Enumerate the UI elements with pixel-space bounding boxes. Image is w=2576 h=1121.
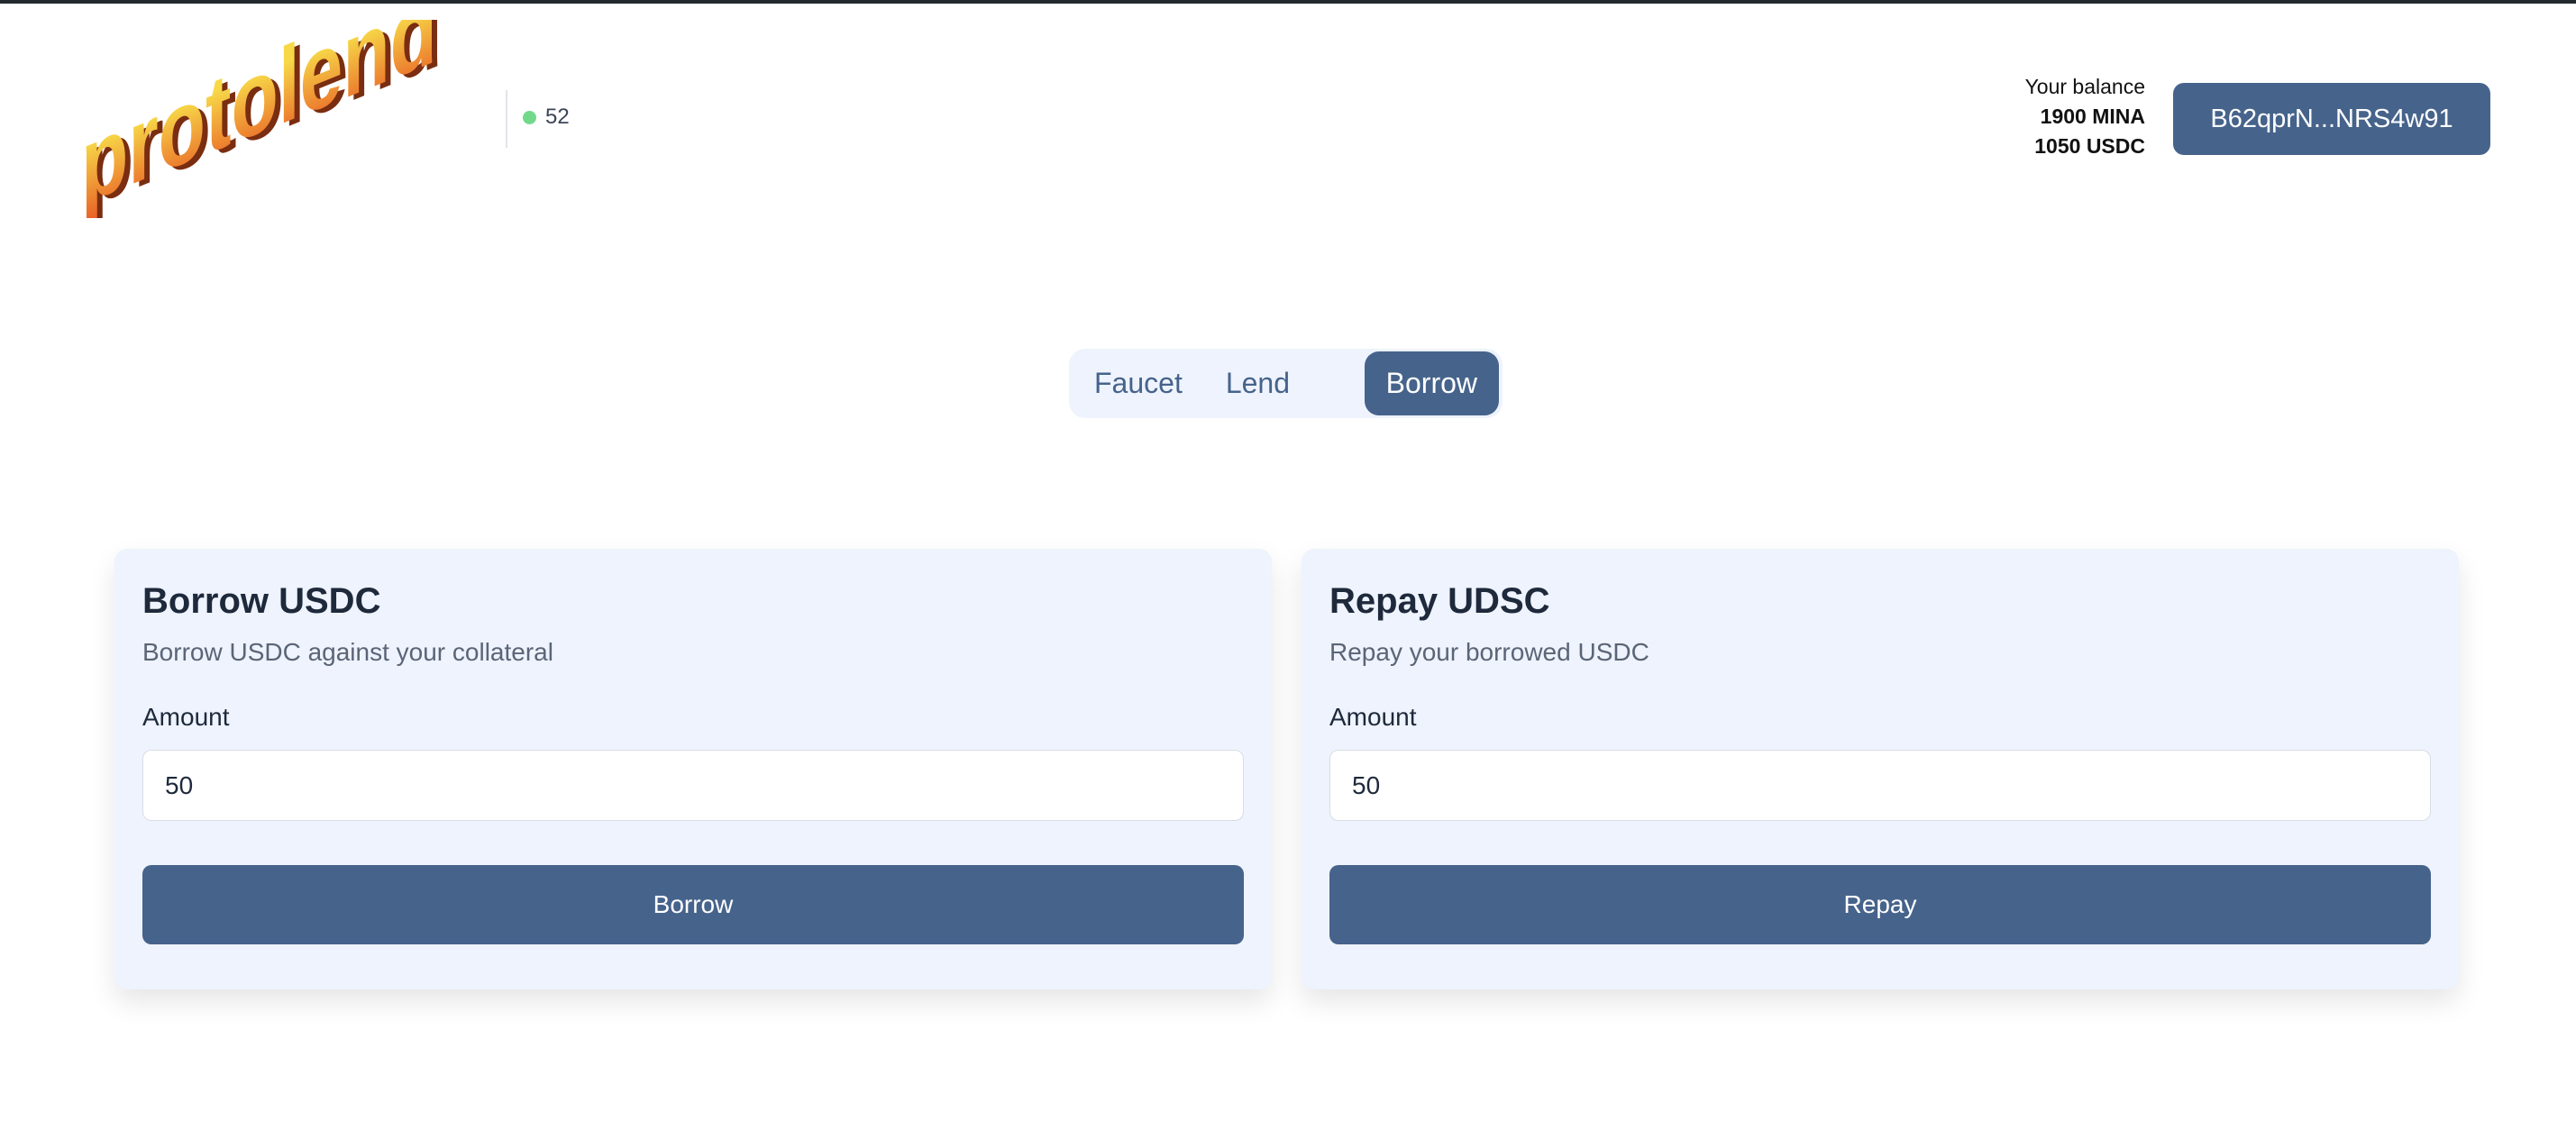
block-height: 52 bbox=[545, 105, 570, 129]
card-subtitle: Borrow USDC against your collateral bbox=[142, 638, 553, 666]
balance-mina: 1900 MINA bbox=[2040, 105, 2145, 128]
repay-button[interactable]: Repay bbox=[1329, 865, 2431, 944]
wallet-button[interactable]: B62qprN...NRS4w91 bbox=[2173, 83, 2490, 155]
balance-label: Your balance bbox=[2024, 75, 2145, 98]
repay-amount-input[interactable] bbox=[1329, 750, 2431, 821]
tab-bar: Faucet Lend Borrow bbox=[1069, 349, 1503, 418]
tab-lend[interactable]: Lend bbox=[1204, 351, 1311, 415]
borrow-button[interactable]: Borrow bbox=[142, 865, 1244, 944]
card-title: Borrow USDC bbox=[142, 581, 381, 621]
amount-label: Amount bbox=[142, 703, 230, 731]
protolend-logo[interactable]: protolend protolend bbox=[63, 20, 469, 218]
block-status: 52 bbox=[523, 105, 570, 130]
borrow-amount-input[interactable] bbox=[142, 750, 1244, 821]
header-divider bbox=[506, 90, 507, 148]
tab-faucet[interactable]: Faucet bbox=[1073, 351, 1204, 415]
card-subtitle: Repay your borrowed USDC bbox=[1329, 638, 1649, 666]
card-title: Repay UDSC bbox=[1329, 581, 1550, 621]
tab-borrow[interactable]: Borrow bbox=[1364, 351, 1499, 415]
balance: Your balance 1900 MINA 1050 USDC bbox=[2025, 72, 2145, 161]
amount-label: Amount bbox=[1329, 703, 1417, 731]
borrow-card: Borrow USDC Borrow USDC against your col… bbox=[114, 549, 1272, 989]
repay-card: Repay UDSC Repay your borrowed USDC Amou… bbox=[1302, 549, 2459, 989]
balance-usdc: 1050 USDC bbox=[2034, 134, 2145, 158]
status-dot-icon bbox=[523, 110, 536, 124]
svg-text:protolend: protolend bbox=[81, 20, 437, 218]
